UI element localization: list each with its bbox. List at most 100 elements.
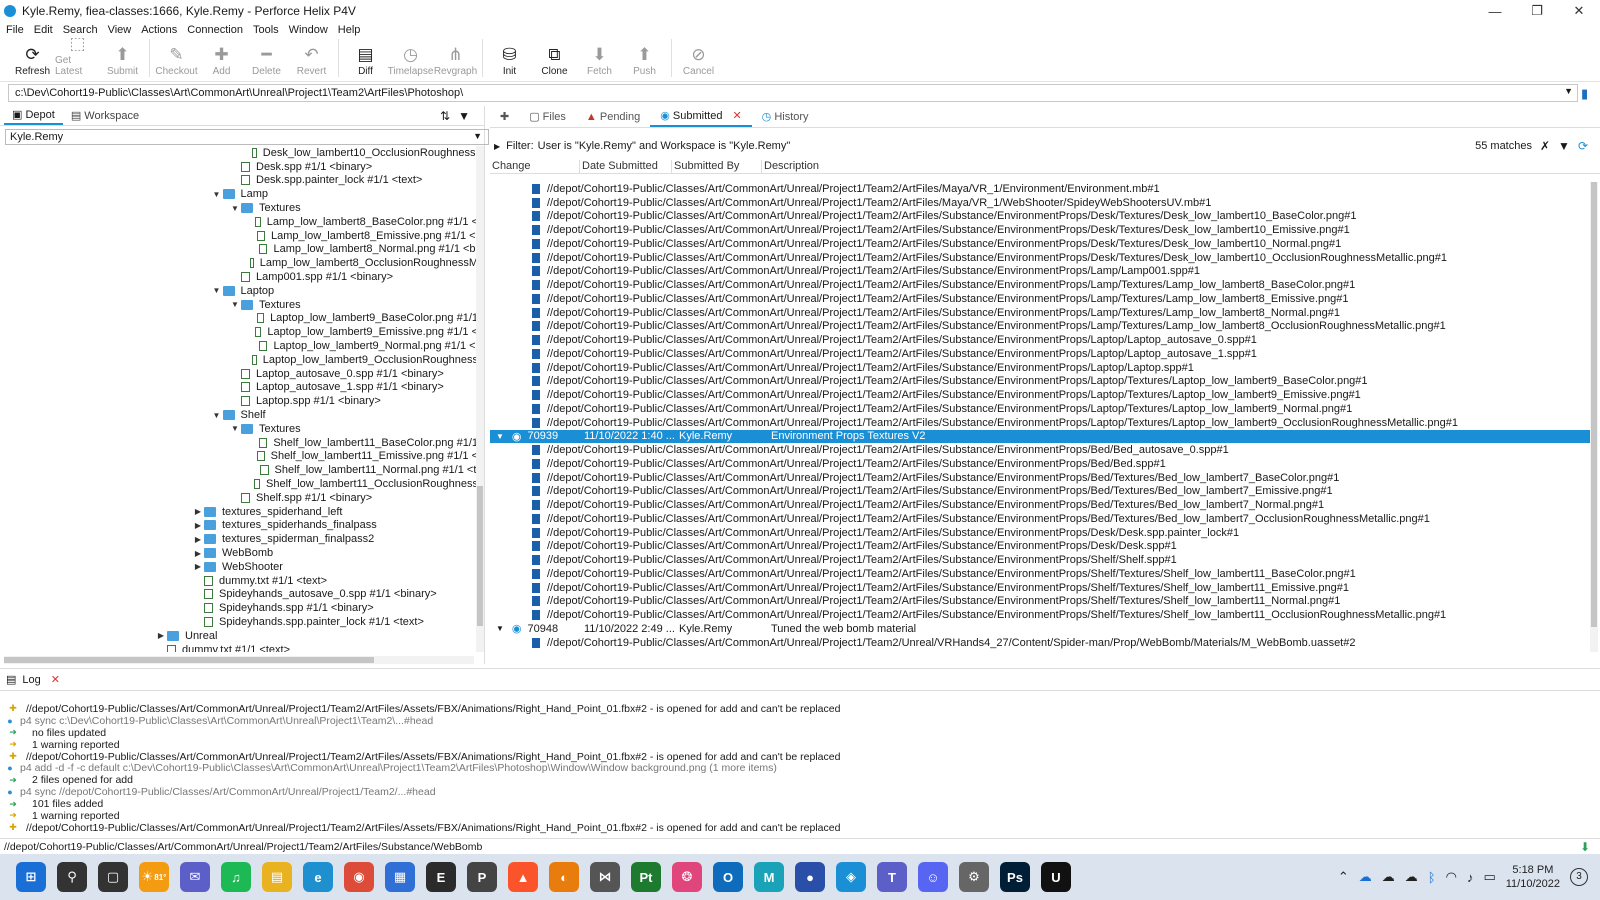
file-row[interactable]: //depot/Cohort19-Public/Classes/Art/Comm…: [490, 471, 1590, 485]
tree-node[interactable]: ▶ textures_spiderhand_left: [0, 505, 478, 519]
brave-icon[interactable]: ▲: [508, 862, 538, 892]
file-row[interactable]: //depot/Cohort19-Public/Classes/Art/Comm…: [490, 512, 1590, 526]
file-row[interactable]: //depot/Cohort19-Public/Classes/Art/Comm…: [490, 223, 1590, 237]
file-row[interactable]: //depot/Cohort19-Public/Classes/Art/Comm…: [490, 567, 1590, 581]
restore-button[interactable]: ❐: [1516, 3, 1558, 19]
notification-badge[interactable]: 3: [1570, 868, 1588, 886]
file-row[interactable]: //depot/Cohort19-Public/Classes/Art/Comm…: [490, 237, 1590, 251]
tree-node[interactable]: Lamp_low_lambert8_Emissive.png #1/1 <l: [0, 229, 478, 243]
cancel-button[interactable]: ⊘ Cancel: [676, 44, 721, 77]
collapse-icon[interactable]: ▼: [211, 286, 223, 295]
tab-history[interactable]: ◷ History: [752, 107, 819, 126]
tree-node[interactable]: dummy.txt #1/1 <text>: [0, 643, 478, 652]
filter-icon[interactable]: ▼: [1558, 139, 1578, 153]
file-row[interactable]: //depot/Cohort19-Public/Classes/Art/Comm…: [490, 443, 1590, 457]
start-icon[interactable]: ⊞: [16, 862, 46, 892]
file-row[interactable]: //depot/Cohort19-Public/Classes/Art/Comm…: [490, 498, 1590, 512]
file-row[interactable]: //depot/Cohort19-Public/Classes/Art/Comm…: [490, 608, 1590, 622]
push-button[interactable]: ⬆ Push: [622, 44, 667, 77]
file-row[interactable]: //depot/Cohort19-Public/Classes/Art/Comm…: [490, 265, 1590, 279]
minimize-button[interactable]: —: [1474, 4, 1516, 19]
scroll-thumb[interactable]: [477, 486, 483, 626]
tree-node[interactable]: ▼ Textures: [0, 201, 478, 215]
tree-node[interactable]: Spideyhands_autosave_0.spp #1/1 <binary>: [0, 588, 478, 602]
volume-icon[interactable]: ♪: [1467, 870, 1474, 885]
menu-actions[interactable]: Actions: [141, 24, 177, 36]
file-row[interactable]: //depot/Cohort19-Public/Classes/Art/Comm…: [490, 306, 1590, 320]
tree-node[interactable]: ▶ WebBomb: [0, 546, 478, 560]
photos-icon[interactable]: ❂: [672, 862, 702, 892]
tree-node[interactable]: Lamp_low_lambert8_BaseColor.png #1/1 <: [0, 215, 478, 229]
expand-icon[interactable]: ▶: [192, 549, 204, 558]
tab-pending[interactable]: ▲ Pending: [576, 108, 650, 126]
file-row[interactable]: //depot/Cohort19-Public/Classes/Art/Comm…: [490, 182, 1590, 196]
file-row[interactable]: //depot/Cohort19-Public/Classes/Art/Comm…: [490, 553, 1590, 567]
clock[interactable]: 5:18 PM 11/10/2022: [1506, 863, 1560, 891]
file-row[interactable]: //depot/Cohort19-Public/Classes/Art/Comm…: [490, 375, 1590, 389]
tree-vertical-scrollbar[interactable]: [476, 146, 484, 652]
close-tab-icon[interactable]: ✕: [51, 673, 60, 686]
bookmark-icon[interactable]: ▮: [1581, 86, 1588, 102]
expand-icon[interactable]: ▶: [155, 631, 167, 640]
onedrive-icon[interactable]: ☁: [1359, 869, 1372, 885]
timelapse-button[interactable]: ◷ Timelapse: [388, 44, 434, 77]
tree-node[interactable]: Lamp_low_lambert8_Normal.png #1/1 <bi: [0, 243, 478, 257]
tree-node[interactable]: ▼ Textures: [0, 298, 478, 312]
tab-submitted[interactable]: ◉ Submitted ✕: [650, 106, 752, 127]
weather-icon[interactable]: ☀ 81°: [139, 862, 169, 892]
scroll-thumb[interactable]: [1591, 182, 1597, 627]
store-icon[interactable]: ▦: [385, 862, 415, 892]
outlook-icon[interactable]: O: [713, 862, 743, 892]
tree-node[interactable]: Laptop.spp #1/1 <binary>: [0, 394, 478, 408]
tree-node[interactable]: Spideyhands.spp #1/1 <binary>: [0, 601, 478, 615]
file-row[interactable]: //depot/Cohort19-Public/Classes/Art/Comm…: [490, 636, 1590, 650]
filter-icon[interactable]: ▼: [458, 109, 478, 123]
maya-m-icon[interactable]: M: [754, 862, 784, 892]
tree-node[interactable]: Laptop_autosave_0.spp #1/1 <binary>: [0, 367, 478, 381]
close-button[interactable]: ✕: [1558, 3, 1600, 19]
tree-node[interactable]: ▶ Unreal: [0, 629, 478, 643]
file-row[interactable]: //depot/Cohort19-Public/Classes/Art/Comm…: [490, 278, 1590, 292]
collapse-icon[interactable]: ▼: [229, 204, 241, 213]
collapse-icon[interactable]: ▼: [496, 624, 504, 633]
file-row[interactable]: //depot/Cohort19-Public/Classes/Art/Comm…: [490, 292, 1590, 306]
tree-node[interactable]: Shelf_low_lambert11_Normal.png #1/1 <t: [0, 463, 478, 477]
tree-node[interactable]: Desk_low_lambert10_OcclusionRoughnessl: [0, 146, 478, 160]
menu-connection[interactable]: Connection: [187, 24, 243, 36]
changelist-row[interactable]: ▼ ◉ 70939 11/10/2022 1:40 ... Kyle.Remy Envir…: [490, 429, 1590, 444]
tab-files[interactable]: ▢ Files: [519, 107, 576, 126]
tree-node[interactable]: ▼ Laptop: [0, 284, 478, 298]
tree-node[interactable]: ▶ WebShooter: [0, 560, 478, 574]
epic-games-icon[interactable]: E: [426, 862, 456, 892]
pycharm-icon[interactable]: Pt: [631, 862, 661, 892]
menu-file[interactable]: File: [6, 24, 24, 36]
chevron-down-icon[interactable]: ▼: [1564, 86, 1573, 96]
init-button[interactable]: ⛁ Init: [487, 44, 532, 77]
file-row[interactable]: //depot/Cohort19-Public/Classes/Art/Comm…: [490, 196, 1590, 210]
file-explorer-icon[interactable]: ▤: [262, 862, 292, 892]
blender-icon[interactable]: ◐: [549, 862, 579, 892]
file-row[interactable]: //depot/Cohort19-Public/Classes/Art/Comm…: [490, 210, 1590, 224]
teams-icon[interactable]: T: [877, 862, 907, 892]
chat-icon[interactable]: ✉: [180, 862, 210, 892]
fetch-button[interactable]: ⬇ Fetch: [577, 44, 622, 77]
tree-node[interactable]: ▼ Lamp: [0, 187, 478, 201]
list-vertical-scrollbar[interactable]: [1590, 182, 1598, 652]
tree-node[interactable]: ▼ Textures: [0, 422, 478, 436]
chevron-right-icon[interactable]: ▶: [494, 142, 500, 151]
file-row[interactable]: //depot/Cohort19-Public/Classes/Art/Comm…: [490, 526, 1590, 540]
changelist-row[interactable]: ▼ ◉ 70948 11/10/2022 2:49 ... Kyle.Remy Tuned…: [490, 622, 1590, 636]
tree-node[interactable]: ▼ Shelf: [0, 408, 478, 422]
maya-icon[interactable]: ⋈: [590, 862, 620, 892]
tree-node[interactable]: ▶ textures_spiderhands_finalpass: [0, 519, 478, 533]
tree-node[interactable]: Laptop_low_lambert9_OcclusionRoughness: [0, 353, 478, 367]
tree-node[interactable]: Shelf_low_lambert11_Emissive.png #1/1 <: [0, 450, 478, 464]
tree-node[interactable]: Laptop_low_lambert9_BaseColor.png #1/1: [0, 312, 478, 326]
cloud-icon[interactable]: ☁: [1382, 869, 1395, 885]
file-row[interactable]: //depot/Cohort19-Public/Classes/Art/Comm…: [490, 347, 1590, 361]
expand-icon[interactable]: ▶: [192, 535, 204, 544]
close-tab-icon[interactable]: ✕: [732, 109, 741, 122]
expand-icon[interactable]: ▶: [192, 507, 204, 516]
tree-node[interactable]: Desk.spp #1/1 <binary>: [0, 160, 478, 174]
expand-icon[interactable]: ▶: [192, 562, 204, 571]
